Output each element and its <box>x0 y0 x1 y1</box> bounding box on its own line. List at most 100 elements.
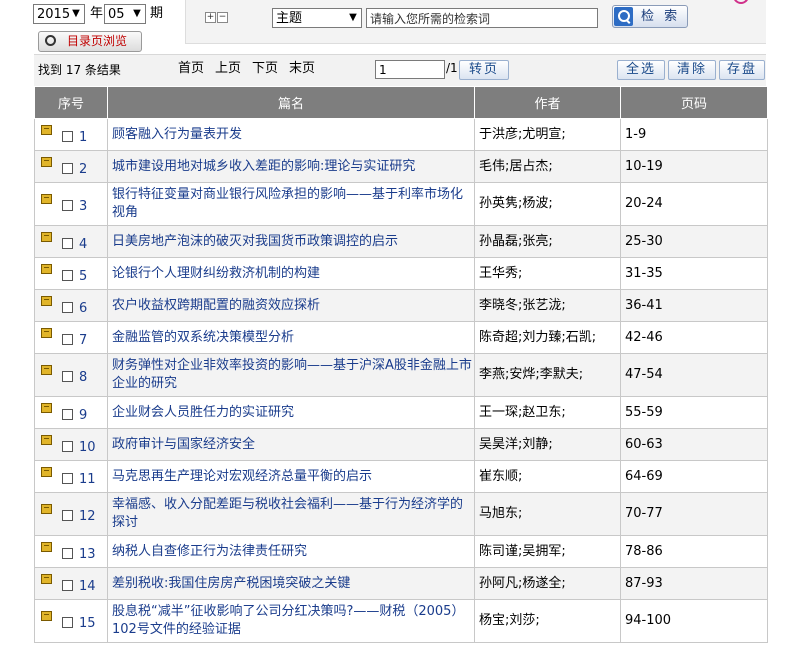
row-number: 10 <box>79 439 96 455</box>
article-title-link[interactable]: 政府审计与国家经济安全 <box>107 428 475 461</box>
row-number: 3 <box>79 199 88 214</box>
row-checkbox[interactable] <box>62 333 73 345</box>
select-all-button[interactable]: 全选 <box>617 60 665 80</box>
author-cell: 马旭东; <box>474 492 621 536</box>
pages-cell: 25-30 <box>620 225 768 258</box>
book-icon <box>41 466 52 477</box>
author-cell: 王华秀; <box>474 257 621 290</box>
book-icon <box>41 365 52 375</box>
article-title-link[interactable]: 银行特征变量对商业银行风险承担的影响——基于利率市场化视角 <box>107 182 475 226</box>
row-checkbox[interactable] <box>62 301 73 313</box>
seq-cell: 15 <box>34 599 108 643</box>
first-page-link[interactable]: 首页 <box>178 60 204 78</box>
article-title-link[interactable]: 纳税人自查修正行为法律责任研究 <box>107 535 475 568</box>
author-cell: 陈奇超;刘力臻;石凯; <box>474 321 621 354</box>
seq-cell: 11 <box>34 460 108 493</box>
pages-cell: 70-77 <box>620 492 768 536</box>
issue-select[interactable]: 05 ▼ <box>104 4 146 24</box>
pages-cell: 36-41 <box>620 289 768 322</box>
catalog-browse-button[interactable]: 目录页浏览 <box>38 31 142 52</box>
seq-cell: 5 <box>34 257 108 290</box>
row-checkbox[interactable] <box>62 440 73 452</box>
page-number-input[interactable] <box>375 60 445 79</box>
row-checkbox[interactable] <box>62 237 73 249</box>
results-table: 序号 篇名 作者 页码 1 顾客融入行为量表开发 于洪彦;尤明宣; 1-9 2 城市建设用… <box>34 86 768 643</box>
page-total: /1 <box>446 61 458 75</box>
book-icon <box>41 231 52 242</box>
table-row: 8 财务弹性对企业非效率投资的影响——基于沪深A股非金融上市企业的研究 李燕;安烨;… <box>34 353 768 397</box>
row-checkbox[interactable] <box>62 579 73 591</box>
table-row: 9 企业财会人员胜任力的实证研究 王一琛;赵卫东; 55-59 <box>34 396 768 429</box>
row-checkbox[interactable] <box>62 510 73 521</box>
book-icon <box>41 194 52 204</box>
row-checkbox[interactable] <box>62 408 73 420</box>
table-row: 15 股息税“减半”征收影响了公司分红决策吗?——财税（2005）102号文件的经… <box>34 599 768 643</box>
table-row: 10 政府审计与国家经济安全 吴昊洋;刘静; 60-63 <box>34 428 768 461</box>
article-title-link[interactable]: 顾客融入行为量表开发 <box>107 118 475 151</box>
save-button[interactable]: 存盘 <box>719 60 765 80</box>
row-checkbox[interactable] <box>62 371 73 382</box>
author-cell: 吴昊洋;刘静; <box>474 428 621 461</box>
article-title-link[interactable]: 金融监管的双系统决策模型分析 <box>107 321 475 354</box>
article-title-link[interactable]: 差别税收:我国住房房产税困境突破之关键 <box>107 567 475 600</box>
header-seq: 序号 <box>34 86 108 119</box>
last-page-link[interactable]: 末页 <box>289 60 315 78</box>
row-number: 11 <box>79 471 96 487</box>
article-title-link[interactable]: 农户收益权跨期配置的融资效应探析 <box>107 289 475 322</box>
row-number: 7 <box>79 332 88 348</box>
issue-value: 05 <box>108 7 125 22</box>
search-field-select[interactable]: 主题 ▼ <box>272 8 362 28</box>
prev-page-link[interactable]: 上页 <box>215 60 241 78</box>
goto-page-button[interactable]: 转页 <box>459 60 509 80</box>
seq-cell: 13 <box>34 535 108 568</box>
article-title-link[interactable]: 股息税“减半”征收影响了公司分红决策吗?——财税（2005）102号文件的经验证… <box>107 599 475 643</box>
article-title-link[interactable]: 马克思再生产理论对宏观经济总量平衡的启示 <box>107 460 475 493</box>
article-title-link[interactable]: 幸福感、收入分配差距与税收社会福利——基于行为经济学的探讨 <box>107 492 475 536</box>
row-checkbox[interactable] <box>62 617 73 628</box>
pages-cell: 20-24 <box>620 182 768 226</box>
pages-cell: 47-54 <box>620 353 768 397</box>
row-checkbox[interactable] <box>62 162 73 174</box>
search-input[interactable] <box>366 8 598 28</box>
clear-button[interactable]: 清除 <box>668 60 716 80</box>
pages-cell: 55-59 <box>620 396 768 429</box>
seq-cell: 2 <box>34 150 108 183</box>
row-checkbox[interactable] <box>62 547 73 559</box>
seq-cell: 8 <box>34 353 108 397</box>
row-checkbox[interactable] <box>62 200 73 211</box>
book-icon <box>41 611 52 621</box>
author-cell: 毛伟;居占杰; <box>474 150 621 183</box>
table-row: 13 纳税人自查修正行为法律责任研究 陈司谨;吴拥军; 78-86 <box>34 535 768 568</box>
author-cell: 崔东顺; <box>474 460 621 493</box>
row-checkbox[interactable] <box>62 130 73 142</box>
chevron-down-icon: ▼ <box>349 12 357 23</box>
article-title-link[interactable]: 企业财会人员胜任力的实证研究 <box>107 396 475 429</box>
seq-cell: 4 <box>34 225 108 258</box>
next-page-link[interactable]: 下页 <box>252 60 278 78</box>
search-button[interactable]: 检 索 <box>612 5 688 28</box>
year-select[interactable]: 2015 ▼ <box>33 4 85 24</box>
header-author: 作者 <box>474 86 621 119</box>
article-title-link[interactable]: 财务弹性对企业非效率投资的影响——基于沪深A股非金融上市企业的研究 <box>107 353 475 397</box>
issue-label: 期 <box>150 6 164 21</box>
article-title-link[interactable]: 日美房地产泡沫的破灭对我国货币政策调控的启示 <box>107 225 475 258</box>
table-row: 2 城市建设用地对城乡收入差距的影响:理论与实证研究 毛伟;居占杰; 10-19 <box>34 150 768 183</box>
collapse-minus-icon[interactable]: − <box>217 12 228 23</box>
author-cell: 李燕;安烨;李默夫; <box>474 353 621 397</box>
row-checkbox[interactable] <box>62 269 73 281</box>
book-icon <box>41 263 52 274</box>
article-title-link[interactable]: 论银行个人理财纠纷救济机制的构建 <box>107 257 475 290</box>
seq-cell: 1 <box>34 118 108 151</box>
row-checkbox[interactable] <box>62 472 73 484</box>
book-icon <box>41 327 52 338</box>
table-row: 3 银行特征变量对商业银行风险承担的影响——基于利率市场化视角 孙英隽;杨波; 20-… <box>34 182 768 226</box>
result-toolbar: 找到 17 条结果 首页 上页 下页 末页 /1 转页 全选 清除 存盘 <box>34 54 766 88</box>
search-button-label: 检 索 <box>641 9 681 24</box>
article-title-link[interactable]: 城市建设用地对城乡收入差距的影响:理论与实证研究 <box>107 150 475 183</box>
book-icon <box>41 295 52 306</box>
header-pages: 页码 <box>620 86 768 119</box>
expand-plus-icon[interactable]: + <box>205 12 216 23</box>
pages-cell: 94-100 <box>620 599 768 643</box>
seq-cell: 6 <box>34 289 108 322</box>
table-row: 5 论银行个人理财纠纷救济机制的构建 王华秀; 31-35 <box>34 257 768 290</box>
